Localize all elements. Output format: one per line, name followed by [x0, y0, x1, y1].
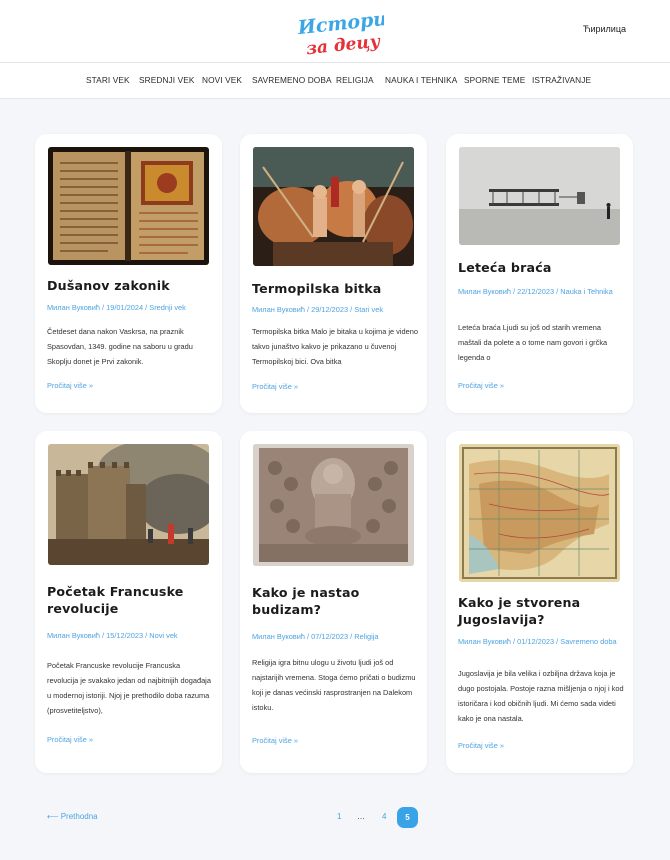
- read-more-link[interactable]: Pročitaj više »: [47, 381, 93, 390]
- read-more-link[interactable]: Pročitaj više »: [458, 381, 504, 390]
- post-title[interactable]: Termopilska bitka: [252, 280, 417, 297]
- read-more-link[interactable]: Pročitaj više »: [458, 741, 504, 750]
- nav-item-nauka-i-tehnika[interactable]: NAUKA I TEHNIKA: [385, 75, 457, 85]
- post-title[interactable]: Kako je nastao budizam?: [252, 584, 417, 618]
- post-meta[interactable]: Милан Вуковић / 22/12/2023 / Nauka i Teh…: [458, 286, 623, 298]
- nav-item-srednji-vek[interactable]: SREDNJI VEK: [139, 75, 195, 85]
- language-switch[interactable]: Ћирилица: [583, 24, 626, 34]
- post-title[interactable]: Početak Francuske revolucije: [47, 583, 212, 617]
- nav-item-savremeno-doba[interactable]: SAVREMENO DOBA: [252, 75, 332, 85]
- buddha-relief-image[interactable]: [253, 444, 414, 566]
- post-card: Dušanov zakonik Милан Вуковић / 19/01/20…: [35, 134, 222, 413]
- post-title[interactable]: Leteća braća: [458, 259, 623, 276]
- bastille-painting-image[interactable]: [48, 444, 209, 565]
- post-title[interactable]: Dušanov zakonik: [47, 277, 212, 294]
- read-more-link[interactable]: Pročitaj više »: [252, 382, 298, 391]
- pagination-prev-link[interactable]: ⟵ Prethodna: [47, 812, 98, 821]
- post-meta[interactable]: Милан Вуковић / 19/01/2024 / Srednji vek: [47, 302, 212, 314]
- pagination-page-4[interactable]: 4: [382, 812, 386, 821]
- site-header: Историја за децу Ћирилица: [0, 0, 670, 62]
- post-meta[interactable]: Милан Вуковић / 07/12/2023 / Religija: [252, 631, 417, 643]
- post-excerpt: Termopilska bitka Malo je bitaka u kojim…: [252, 327, 418, 366]
- post-card: Početak Francuske revolucije Милан Вуков…: [35, 431, 222, 773]
- post-card: Termopilska bitka Милан Вуковић / 29/12/…: [240, 134, 427, 413]
- pagination-ellipsis: …: [357, 812, 365, 821]
- read-more-link[interactable]: Pročitaj više »: [47, 735, 93, 744]
- old-map-image[interactable]: [459, 444, 620, 582]
- post-excerpt: Četdeset dana nakon Vaskrsa, na praznik …: [47, 327, 193, 366]
- nav-item-sporne-teme[interactable]: SPORNE TEME: [464, 75, 525, 85]
- post-meta[interactable]: Милан Вуковић / 15/12/2023 / Novi vek: [47, 630, 212, 642]
- post-title[interactable]: Kako je stvorena Jugoslavija?: [458, 594, 623, 628]
- pagination-current-page[interactable]: 5: [397, 807, 418, 828]
- post-excerpt: Početak Francuske revolucije Francuska r…: [47, 661, 211, 715]
- site-logo[interactable]: Историја за децу: [292, 6, 384, 58]
- manuscript-book-image[interactable]: [48, 147, 209, 265]
- read-more-link[interactable]: Pročitaj više »: [252, 736, 298, 745]
- post-excerpt: Leteća braća Ljudi su još od starih vrem…: [458, 323, 608, 362]
- wright-flyer-photo[interactable]: [459, 147, 620, 245]
- post-excerpt: Religija igra bitnu ulogu u životu ljudi…: [252, 658, 416, 712]
- post-card: Kako je nastao budizam? Милан Вуковић / …: [240, 431, 427, 773]
- post-meta[interactable]: Милан Вуковић / 29/12/2023 / Stari vek: [252, 304, 417, 316]
- nav-item-stari-vek[interactable]: STARI VEK: [86, 75, 130, 85]
- pagination-page-1[interactable]: 1: [337, 812, 341, 821]
- main-navigation: STARI VEK SREDNJI VEK NOVI VEK SAVREMENO…: [0, 62, 670, 99]
- post-meta[interactable]: Милан Вуковић / 01/12/2023 / Savremeno d…: [458, 636, 623, 648]
- nav-item-religija[interactable]: RELIGIJA: [336, 75, 374, 85]
- post-card: Kako je stvorena Jugoslavija? Милан Вуко…: [446, 431, 633, 773]
- post-card: Leteća braća Милан Вуковић / 22/12/2023 …: [446, 134, 633, 413]
- battle-painting-image[interactable]: [253, 147, 414, 266]
- nav-item-istrazivanje[interactable]: ISTRAŽIVANJE: [532, 75, 591, 85]
- post-excerpt: Jugoslavija je bila velika i ozbiljna dr…: [458, 669, 624, 723]
- nav-item-novi-vek[interactable]: NOVI VEK: [202, 75, 242, 85]
